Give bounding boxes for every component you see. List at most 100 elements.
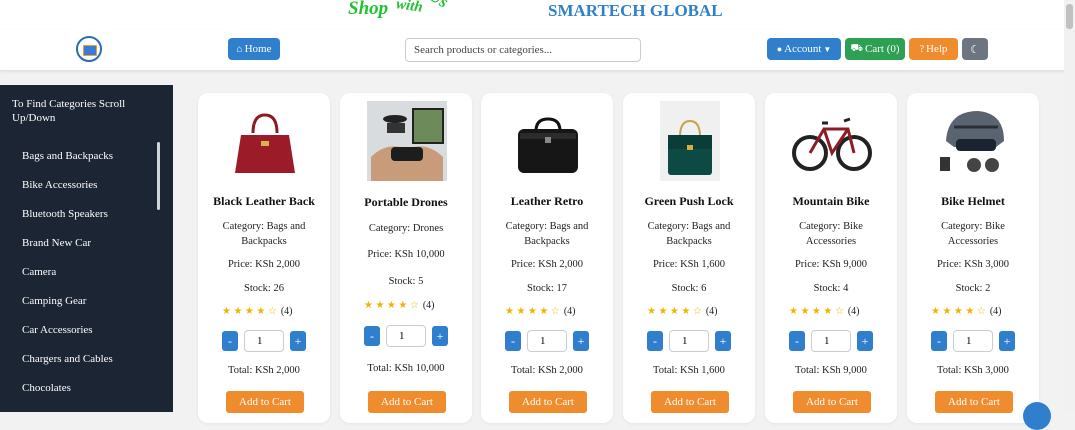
sidebar-item-bluetooth-speakers[interactable]: Bluetooth Speakers [22,208,108,220]
product-category: Category: Bags and Backpacks [505,221,589,247]
star-outline-icon: ☆ [692,306,702,317]
decrease-qty-button[interactable]: - [931,331,947,351]
tagline-us: Us [425,0,452,12]
product-price: Price: KSh 1,600 [652,259,726,270]
sidebar-item-camping-gear[interactable]: Camping Gear [22,295,86,307]
product-name[interactable]: Mountain Bike [769,194,893,209]
product-total: Total: KSh 1,600 [653,365,725,376]
sidebar-item-bags-and-backpacks[interactable]: Bags and Backpacks [22,150,113,162]
scroll-to-top-button[interactable] [1023,402,1051,430]
quantity-input[interactable] [244,330,284,352]
quantity-input[interactable] [953,330,993,352]
product-category: Category: Bags and Backpacks [647,221,731,247]
product-stock: Stock: 26 [244,283,284,294]
sidebar-item-chargers-and-cables[interactable]: Chargers and Cables [22,353,113,365]
star-icon: ★ ★ ★ ★ [647,306,693,317]
moon-icon: ☾ [970,43,980,56]
product-card: Bike Helmet Category: Bike Accessories P… [907,93,1039,423]
search-input[interactable] [405,38,641,62]
sidebar-item-brand-new-car[interactable]: Brand New Car [22,237,91,249]
cart-label: Cart (0) [865,43,900,55]
add-to-cart-button[interactable]: Add to Cart [368,391,446,413]
home-label: Home [244,43,272,55]
quantity-stepper: - + [364,325,450,347]
site-logo[interactable] [76,36,102,62]
briefcase-icon [518,117,578,173]
star-outline-icon: ☆ [550,306,560,317]
sidebar-item-chocolates[interactable]: Chocolates [22,382,71,394]
quantity-input[interactable] [811,330,851,352]
rating-stars: ★ ★ ★ ★ ☆ (4) [647,306,718,317]
product-name[interactable]: Portable Drones [344,195,468,210]
add-to-cart-button[interactable]: Add to Cart [509,391,587,413]
product-card: Black Leather Back Category: Bags and Ba… [198,93,330,423]
product-price: Price: KSh 2,000 [510,259,584,270]
rating-stars: ★ ★ ★ ★ ☆ (4) [222,306,293,317]
drone-icon [367,101,447,181]
help-button[interactable]: ? Help [909,38,958,60]
bicycle-icon [792,117,872,171]
product-card: Leather Retro Category: Bags and Backpac… [481,93,613,423]
product-name[interactable]: Bike Helmet [911,194,1035,209]
help-label: Help [926,43,948,55]
decrease-qty-button[interactable]: - [364,326,380,346]
dark-mode-toggle[interactable]: ☾ [962,38,988,60]
rating-stars: ★ ★ ★ ★ ☆ (4) [364,300,435,311]
rating-count: (4) [422,300,435,311]
sidebar-title: To Find Categories Scroll Up/Down [12,98,126,124]
increase-qty-button[interactable]: + [573,331,589,351]
product-price: Price: KSh 3,000 [936,259,1010,270]
home-button[interactable]: ⌂ Home [228,38,280,60]
decrease-qty-button[interactable]: - [505,331,521,351]
product-category: Category: Drones [368,223,444,234]
sidebar-scrollbar[interactable] [157,142,160,210]
product-stock: Stock: 4 [813,283,849,294]
star-outline-icon: ☆ [409,300,419,311]
product-name[interactable]: Black Leather Back [202,194,326,209]
star-outline-icon: ☆ [267,306,277,317]
page-scrollbar[interactable] [1064,0,1075,412]
sidebar-item-car-accessories[interactable]: Car Accessories [22,324,93,336]
sidebar-item-camera[interactable]: Camera [22,266,56,278]
brand-title: SMARTECH GLOBAL [548,1,723,20]
star-icon: ★ ★ ★ ★ [364,300,410,311]
star-outline-icon: ☆ [834,306,844,317]
cart-button[interactable]: ⛟ Cart (0) [845,38,905,60]
account-button[interactable]: ● Account ▼ [767,38,841,60]
product-price: Price: KSh 9,000 [794,259,868,270]
sidebar-item-bike-accessories[interactable]: Bike Accessories [22,179,97,191]
product-total: Total: KSh 3,000 [937,365,1009,376]
quantity-input[interactable] [527,330,567,352]
tagline-shop: Shop [348,0,389,19]
add-to-cart-button[interactable]: Add to Cart [793,391,871,413]
quantity-input[interactable] [669,330,709,352]
increase-qty-button[interactable]: + [432,326,448,346]
decrease-qty-button[interactable]: - [647,331,663,351]
category-sidebar: To Find Categories Scroll Up/Down Bags a… [0,85,173,412]
decrease-qty-button[interactable]: - [789,331,805,351]
increase-qty-button[interactable]: + [857,331,873,351]
increase-qty-button[interactable]: + [290,331,306,351]
product-category: Category: Bags and Backpacks [222,221,306,247]
rating-stars: ★ ★ ★ ★ ☆ (4) [931,306,1002,317]
page-scrollbar-thumb[interactable] [1066,4,1073,29]
product-name[interactable]: Leather Retro [485,194,609,209]
add-to-cart-button[interactable]: Add to Cart [651,391,729,413]
product-total: Total: KSh 10,000 [367,363,445,374]
star-outline-icon: ☆ [976,306,986,317]
star-icon: ★ ★ ★ ★ [931,306,977,317]
increase-qty-button[interactable]: + [715,331,731,351]
question-icon: ? [919,43,925,55]
quantity-stepper: - + [931,330,1017,352]
add-to-cart-button[interactable]: Add to Cart [935,391,1013,413]
product-total: Total: KSh 2,000 [511,365,583,376]
product-category: Category: Bike Accessories [799,221,863,247]
green-bag-icon [660,101,720,181]
product-name[interactable]: Green Push Lock [627,194,751,209]
star-icon: ★ ★ ★ ★ [789,306,835,317]
add-to-cart-button[interactable]: Add to Cart [226,391,304,413]
quantity-input[interactable] [386,325,426,347]
decrease-qty-button[interactable]: - [222,331,238,351]
rating-count: (4) [989,306,1002,317]
increase-qty-button[interactable]: + [999,331,1015,351]
